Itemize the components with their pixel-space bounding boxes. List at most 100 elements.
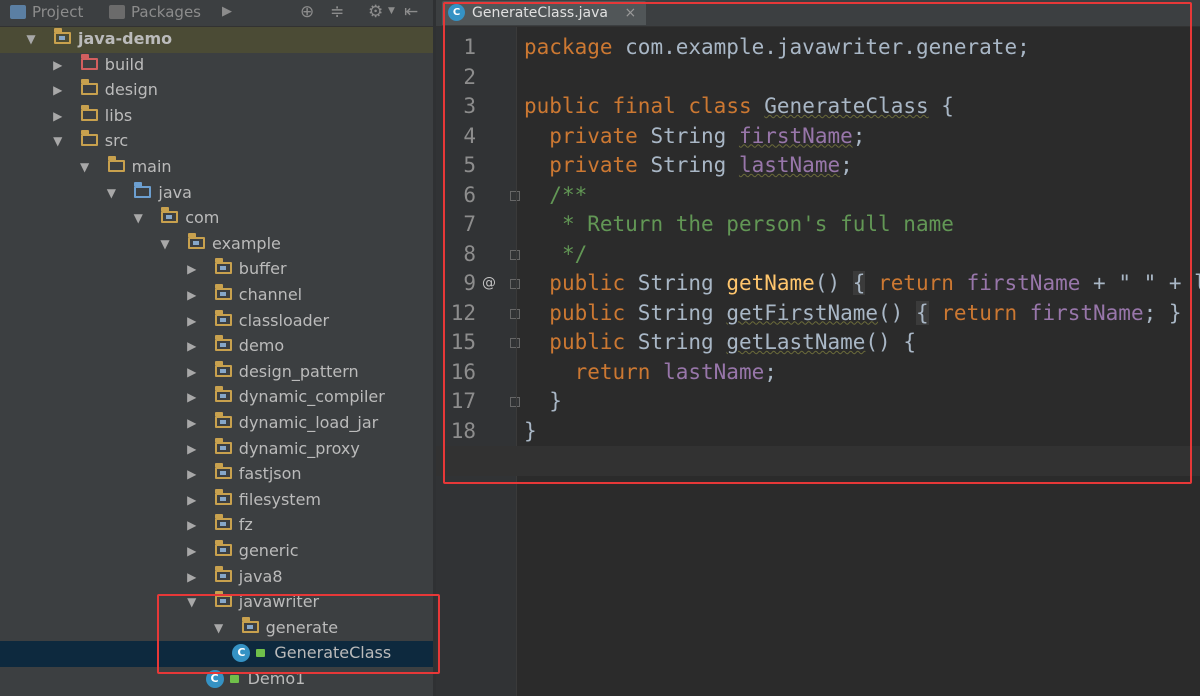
tree-node-design[interactable]: ▶ design: [0, 78, 433, 104]
packages-view-tab[interactable]: Packages: [109, 3, 201, 21]
tree-node-filesystem[interactable]: ▶ filesystem: [0, 488, 433, 514]
tree-node-design-pattern[interactable]: ▶ design_pattern: [0, 360, 433, 386]
package-icon: [214, 540, 232, 556]
expanded-arrow-icon[interactable]: ▼: [104, 185, 118, 201]
tree-node-demo[interactable]: ▶ demo: [0, 334, 433, 360]
tree-node-fz[interactable]: ▶ fz: [0, 513, 433, 539]
tree-node-label: dynamic_proxy: [238, 438, 360, 458]
collapsed-arrow-icon[interactable]: ▶: [185, 466, 199, 482]
folder-icon: [134, 181, 152, 198]
collapsed-arrow-icon[interactable]: ▶: [51, 57, 65, 73]
folder-icon: [107, 156, 125, 172]
package-icon: [214, 565, 232, 582]
collapsed-arrow-icon[interactable]: ▶: [185, 517, 199, 533]
tree-node-java[interactable]: ▼ java: [0, 181, 433, 207]
view-dropdown-icon[interactable]: ▶: [222, 4, 232, 19]
collapsed-arrow-icon[interactable]: ▶: [51, 108, 65, 124]
gear-icon[interactable]: ⚙: [368, 2, 383, 22]
packages-tab-label: Packages: [131, 3, 201, 21]
tree-node-label: demo: [238, 336, 285, 356]
package-icon: [214, 412, 232, 428]
tree-node-build[interactable]: ▶ build: [0, 53, 433, 79]
tree-node-label: java: [158, 182, 192, 202]
package-icon: [214, 335, 232, 352]
crosshair-icon[interactable]: ⊕: [300, 2, 314, 22]
expanded-arrow-icon[interactable]: ▼: [24, 31, 38, 47]
package-icon: [214, 514, 232, 531]
project-toolbar: Project Packages ▶ ⊕ ≑ ⚙ ▼ ⇤: [0, 0, 433, 27]
tree-node-label: java-demo: [78, 29, 173, 48]
tree-node-libs[interactable]: ▶ libs: [0, 104, 433, 130]
folder-icon: [54, 28, 71, 44]
tree-node-label: main: [131, 157, 172, 176]
folder-icon: [80, 79, 98, 96]
tree-node-com[interactable]: ▼ com: [0, 206, 433, 232]
package-icon: [214, 258, 232, 275]
collapsed-arrow-icon[interactable]: ▶: [185, 287, 199, 303]
tree-node-dynamic-proxy[interactable]: ▶ dynamic_proxy: [0, 437, 433, 463]
collapsed-arrow-icon[interactable]: ▶: [185, 543, 199, 559]
tree-node-java-demo[interactable]: ▼ java-demo: [0, 27, 433, 53]
tree-node-label: java8: [238, 566, 283, 586]
expanded-arrow-icon[interactable]: ▼: [158, 236, 172, 252]
project-icon: [10, 5, 26, 19]
tree-node-label: channel: [238, 285, 303, 304]
collapsed-arrow-icon[interactable]: ▶: [185, 569, 199, 585]
tree-node-label: dynamic_load_jar: [238, 413, 379, 432]
package-icon: [188, 232, 205, 249]
collapsed-arrow-icon[interactable]: ▶: [185, 364, 199, 380]
tree-node-dynamic-load-jar[interactable]: ▶ dynamic_load_jar: [0, 411, 433, 437]
package-icon: [161, 207, 179, 224]
hide-icon[interactable]: ⇤: [404, 2, 418, 22]
package-icon: [214, 488, 232, 505]
package-icon: [214, 463, 232, 480]
tree-node-label: libs: [104, 105, 133, 125]
collapsed-arrow-icon[interactable]: ▶: [185, 313, 199, 329]
collapsed-arrow-icon[interactable]: ▶: [185, 492, 199, 508]
package-icon: [214, 437, 232, 454]
collapsed-arrow-icon[interactable]: ▶: [185, 261, 199, 277]
package-icon: [214, 309, 232, 326]
tree-node-channel[interactable]: ▶ channel: [0, 283, 433, 309]
tree-node-label: classloader: [238, 310, 330, 330]
tree-node-dynamic-compiler[interactable]: ▶ dynamic_compiler: [0, 385, 433, 411]
collapsed-arrow-icon[interactable]: ▶: [185, 338, 199, 354]
folder-icon: [80, 104, 98, 121]
package-icon: [214, 360, 232, 377]
tree-node-generic[interactable]: ▶ generic: [0, 539, 433, 565]
tree-node-label: design: [104, 80, 158, 100]
tree-node-label: design_pattern: [238, 361, 359, 381]
tree-node-label: build: [104, 54, 145, 74]
packages-icon: [109, 5, 125, 19]
project-panel: Project Packages ▶ ⊕ ≑ ⚙ ▼ ⇤ ▼ java-demo ▶…: [0, 0, 433, 696]
folder-icon: [80, 130, 98, 147]
tree-highlight-box: [157, 594, 440, 674]
expanded-arrow-icon[interactable]: ▼: [51, 133, 65, 149]
tree-node-src[interactable]: ▼ src: [0, 129, 433, 155]
collapsed-arrow-icon[interactable]: ▶: [185, 441, 199, 457]
package-icon: [214, 284, 232, 300]
gear-dropdown-icon[interactable]: ▼: [388, 6, 395, 16]
tree-node-buffer[interactable]: ▶ buffer: [0, 257, 433, 283]
collapsed-arrow-icon[interactable]: ▶: [51, 82, 65, 98]
expanded-arrow-icon[interactable]: ▼: [131, 210, 145, 226]
collapsed-arrow-icon[interactable]: ▶: [185, 415, 199, 431]
tree-node-label: com: [185, 208, 220, 228]
package-icon: [214, 386, 232, 403]
tree-node-label: example: [212, 233, 281, 253]
editor-highlight-box: [443, 2, 1192, 484]
collapsed-arrow-icon[interactable]: ▶: [185, 389, 199, 405]
collapse-icon[interactable]: ≑: [330, 2, 344, 22]
tree-node-classloader[interactable]: ▶ classloader: [0, 309, 433, 335]
tree-node-java8[interactable]: ▶ java8: [0, 565, 433, 591]
project-tab-label: Project: [32, 3, 84, 21]
folder-icon: [80, 53, 98, 70]
tree-node-main[interactable]: ▼ main: [0, 155, 433, 181]
tree-node-fastjson[interactable]: ▶ fastjson: [0, 462, 433, 488]
expanded-arrow-icon[interactable]: ▼: [78, 159, 92, 175]
tree-node-label: buffer: [238, 259, 287, 279]
tree-node-label: dynamic_compiler: [238, 387, 385, 407]
tree-node-label: generic: [238, 541, 299, 560]
tree-node-example[interactable]: ▼ example: [0, 232, 433, 258]
project-view-tab[interactable]: Project: [10, 3, 83, 21]
